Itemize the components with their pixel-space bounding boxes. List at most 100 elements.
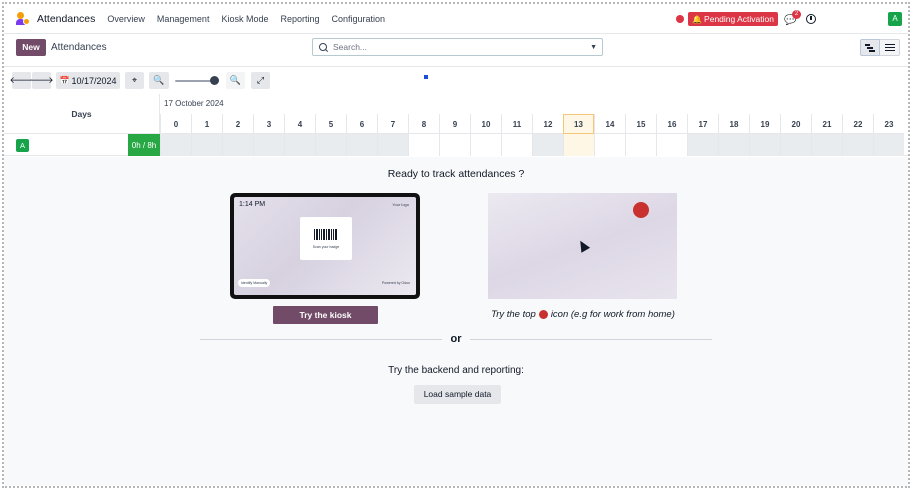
search-placeholder: Search...	[333, 42, 368, 52]
barcode-icon	[314, 228, 338, 240]
expand-icon: ⤢	[256, 75, 265, 85]
pending-activation-label: Pending Activation	[704, 14, 774, 24]
gantt-row: A 0h / 8h	[4, 134, 908, 156]
next-button[interactable]: 🡒	[29, 72, 54, 89]
gantt-cell[interactable]	[873, 134, 904, 156]
search-icon	[319, 43, 327, 51]
hour-12: 12	[532, 114, 563, 134]
hour-7: 7	[377, 114, 408, 134]
gantt-cell[interactable]	[253, 134, 284, 156]
gantt-cell[interactable]	[532, 134, 563, 156]
load-sample-data-button[interactable]: Load sample data	[414, 385, 501, 404]
gantt-cell[interactable]	[439, 134, 470, 156]
hour-9: 9	[439, 114, 470, 134]
gantt-icon	[865, 43, 875, 52]
hour-18: 18	[718, 114, 749, 134]
row-label[interactable]: A	[4, 134, 128, 156]
menu-item-reporting[interactable]: Reporting	[280, 14, 319, 24]
gantt-cell[interactable]	[811, 134, 842, 156]
try-top-before: Try the top	[491, 309, 536, 320]
gantt-view-button[interactable]	[860, 39, 880, 56]
hour-4: 4	[284, 114, 315, 134]
employee-avatar: A	[16, 138, 29, 152]
hour-21: 21	[811, 114, 842, 134]
gantt-cell[interactable]	[160, 134, 191, 156]
try-top-after: icon (e.g for work from home)	[550, 309, 675, 320]
zoom-in-icon: 🔍	[229, 75, 242, 85]
attendance-status-dot[interactable]	[676, 15, 685, 23]
gantt-cell[interactable]	[408, 134, 439, 156]
new-button[interactable]: New	[16, 39, 46, 56]
pending-activation-button[interactable]: 🔔 Pending Activation	[688, 12, 778, 26]
messaging-button[interactable]: 💬 2	[784, 10, 801, 26]
row-total-badge: 0h / 8h	[128, 134, 160, 156]
cursor-icon	[575, 238, 591, 253]
zoom-out-button[interactable]: 🔍	[149, 72, 169, 89]
zoom-in-button[interactable]: 🔍	[226, 72, 245, 89]
gantt-chart: Days 17 October 2024 0 1 2 3 4 5 6 7 8 9 10 11 12 13 1…	[4, 94, 908, 156]
hour-10: 10	[470, 114, 501, 134]
hours-header: 0 1 2 3 4 5 6 7 8 9 10 11 12 13 14 15 16 17 18 19 20 21 22 23	[160, 114, 904, 134]
gantt-cell[interactable]	[501, 134, 532, 156]
gantt-cell[interactable]	[656, 134, 687, 156]
powered-by-text: Powered by Odoo	[381, 281, 410, 285]
chevron-down-icon[interactable]: ▼	[590, 44, 597, 51]
menu-item-overview[interactable]: Overview	[107, 14, 145, 24]
try-kiosk-button[interactable]: Try the kiosk	[273, 306, 378, 324]
expand-button[interactable]: ⤢	[251, 72, 270, 89]
hour-8: 8	[408, 114, 439, 134]
gantt-cell[interactable]	[749, 134, 780, 156]
gantt-cell[interactable]	[377, 134, 408, 156]
gantt-cell[interactable]	[191, 134, 222, 156]
clock-icon[interactable]	[806, 14, 816, 24]
app-name[interactable]: Attendances	[37, 13, 95, 25]
gantt-cell[interactable]	[315, 134, 346, 156]
gantt-toolbar: 🡐 🡒 📅 10/17/2024 ⌖ 🔍 🔍 ⤢	[4, 66, 908, 94]
menu-item-management[interactable]: Management	[157, 14, 210, 24]
date-picker-button[interactable]: 📅 10/17/2024	[56, 72, 120, 89]
identify-manually-text: Identify Manually	[238, 279, 271, 287]
divider	[470, 339, 712, 340]
breadcrumb: Attendances	[51, 42, 107, 53]
gantt-cell[interactable]	[780, 134, 811, 156]
navbar-systray: 🔔 Pending Activation 💬 2 A	[676, 4, 902, 34]
helper-title: Ready to track attendances ?	[387, 168, 525, 180]
hour-1: 1	[191, 114, 222, 134]
blue-marker	[423, 74, 429, 80]
gantt-cell[interactable]	[284, 134, 315, 156]
search-input[interactable]: Search... ▼	[312, 38, 603, 56]
list-icon	[884, 43, 895, 52]
list-view-button[interactable]	[880, 39, 900, 56]
gantt-cell[interactable]	[687, 134, 718, 156]
arrow-right-icon: 🡒	[29, 75, 54, 85]
chat-badge: 2	[792, 10, 801, 19]
attendances-app-icon[interactable]	[16, 11, 30, 26]
control-panel: New Attendances Search... ▼	[4, 34, 908, 66]
gantt-cell[interactable]	[718, 134, 749, 156]
focus-today-button[interactable]: ⌖	[125, 72, 144, 89]
user-avatar[interactable]: A	[888, 12, 902, 26]
top-navbar: Attendances Overview Management Kiosk Mo…	[4, 4, 908, 34]
kiosk-preview-image: 1:14 PM Your logo Scan your badge Identi…	[230, 193, 420, 299]
hour-2: 2	[222, 114, 253, 134]
gantt-cell[interactable]	[222, 134, 253, 156]
zoom-slider-thumb[interactable]	[210, 76, 219, 85]
previous-button[interactable]: 🡐	[9, 72, 34, 89]
gantt-cell[interactable]	[563, 134, 594, 156]
hour-0: 0	[160, 114, 191, 134]
zoom-out-icon: 🔍	[153, 75, 165, 85]
date-header: 17 October 2024	[164, 99, 224, 108]
menu-item-configuration[interactable]: Configuration	[332, 14, 386, 24]
gantt-cell[interactable]	[842, 134, 873, 156]
try-top-text: Try the top icon (e.g for work from home…	[458, 309, 708, 320]
scan-badge-text: Scan your badge	[312, 244, 340, 249]
divider	[200, 339, 442, 340]
main-menu: Overview Management Kiosk Mode Reporting…	[107, 14, 397, 24]
hour-15: 15	[625, 114, 656, 134]
gantt-cell[interactable]	[470, 134, 501, 156]
gantt-cell[interactable]	[625, 134, 656, 156]
gantt-cell[interactable]	[346, 134, 377, 156]
gantt-cell[interactable]	[594, 134, 625, 156]
menu-item-kiosk-mode[interactable]: Kiosk Mode	[221, 14, 268, 24]
hour-22: 22	[842, 114, 873, 134]
